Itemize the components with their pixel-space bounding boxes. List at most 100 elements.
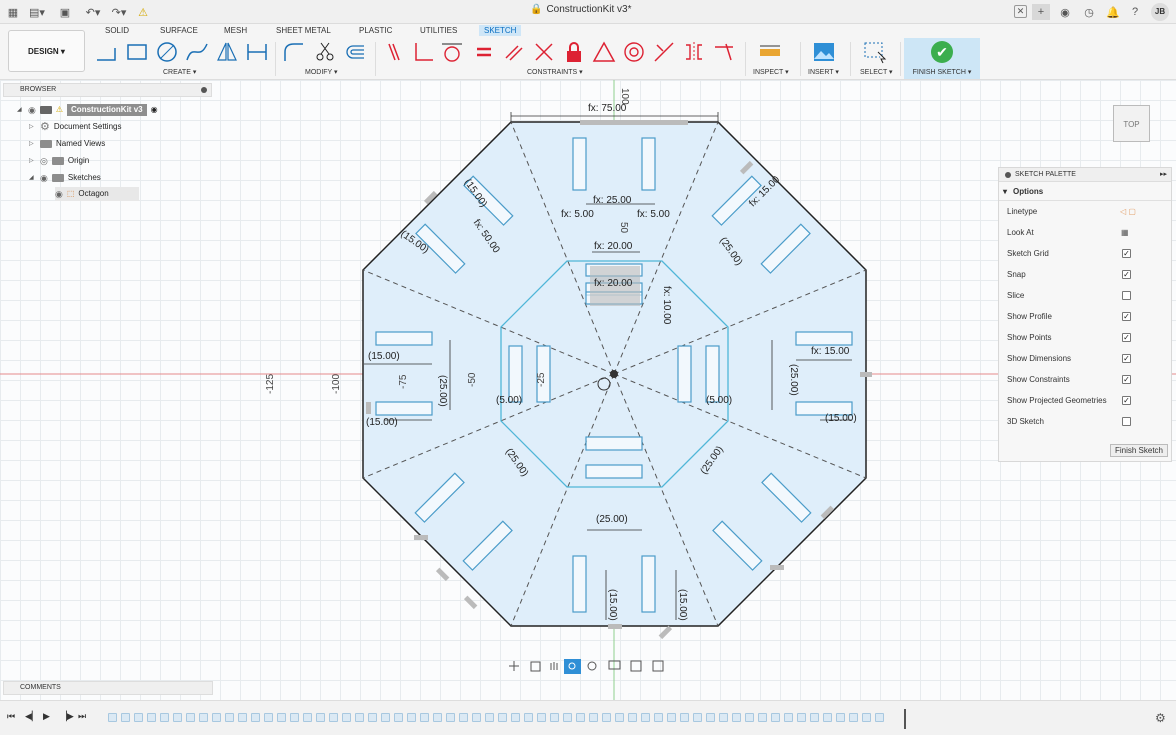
timeline-feature[interactable] [199,713,208,722]
tab-mesh[interactable]: MESH [219,25,252,36]
pan-icon[interactable] [550,662,558,670]
timeline-feature[interactable] [810,713,819,722]
palette-row-snap[interactable]: Snap ✓ [999,264,1171,285]
zoom-icon[interactable] [564,659,581,674]
timeline-feature[interactable] [745,713,754,722]
slice-checkbox[interactable] [1122,291,1131,300]
parallel-constraint-icon[interactable] [502,40,526,64]
tab-utilities[interactable]: UTILITIES [415,25,462,36]
palette-row-show-profile[interactable]: Show Profile ✓ [999,306,1171,327]
orbit-icon[interactable] [509,661,519,671]
step-back-icon[interactable]: ◀▏ [25,711,39,722]
timeline-feature[interactable] [355,713,364,722]
offset-tool-icon[interactable] [343,40,367,64]
tangent-constraint-icon[interactable] [440,40,464,64]
spline-tool-icon[interactable] [185,40,209,64]
show-projected-checkbox[interactable]: ✓ [1122,396,1131,405]
redo-icon[interactable]: ↷▾ [110,4,128,20]
avatar[interactable]: JB [1151,3,1169,21]
timeline-feature[interactable] [186,713,195,722]
timeline-feature[interactable] [420,713,429,722]
timeline-feature[interactable] [368,713,377,722]
line-tool-icon[interactable] [95,40,119,64]
measure-icon[interactable] [758,40,782,64]
show-constraints-checkbox[interactable]: ✓ [1122,375,1131,384]
select-icon[interactable] [863,40,887,64]
timeline-feature[interactable] [615,713,624,722]
concentric-constraint-icon[interactable] [622,40,646,64]
timeline-feature[interactable] [264,713,273,722]
view-cube[interactable]: TOP [1113,105,1150,142]
trim-tool-icon[interactable] [313,40,337,64]
timeline-feature[interactable] [108,713,117,722]
timeline-feature[interactable] [238,713,247,722]
tab-surface[interactable]: SURFACE [155,25,203,36]
options-section[interactable]: Options [999,182,1171,201]
palette-row-3d-sketch[interactable]: 3D Sketch [999,411,1171,432]
play-icon[interactable]: ▶ [43,711,50,722]
timeline-feature[interactable] [706,713,715,722]
comments-panel[interactable]: COMMENTS [3,681,213,695]
show-profile-checkbox[interactable]: ✓ [1122,312,1131,321]
palette-row-show-projected[interactable]: Show Projected Geometries ✓ [999,390,1171,411]
timeline-feature[interactable] [433,713,442,722]
browser-root[interactable]: ◢ ◉ ⚠ ConstructionKit v3 ◉ [17,103,158,117]
timeline-feature[interactable] [407,713,416,722]
timeline-feature[interactable] [823,713,832,722]
constraints-menu[interactable]: CONSTRAINTS ▾ [527,68,583,76]
timeline-feature[interactable] [121,713,130,722]
look-at-icon[interactable]: ▦ [1121,222,1129,243]
collinear-constraint-icon[interactable] [532,40,556,64]
timeline-feature[interactable] [472,713,481,722]
perpendicular-constraint-icon[interactable] [412,40,436,64]
triangle-constraint-icon[interactable] [592,40,616,64]
browser-item-sketches[interactable]: ◢ ◉ Sketches [29,171,101,185]
browser-item-origin[interactable]: ▷ ◎ Origin [29,154,89,168]
timeline-feature[interactable] [628,713,637,722]
activate-radio-icon[interactable]: ◉ [151,103,158,117]
go-to-start-icon[interactable]: ⏮ [7,711,15,722]
timeline-feature[interactable] [784,713,793,722]
workspace-switcher[interactable]: DESIGN ▾ [8,30,85,72]
tab-plastic[interactable]: PLASTIC [354,25,397,36]
timeline-feature[interactable] [758,713,767,722]
linetype-icon[interactable]: ◁ ▢ [1120,201,1136,222]
timeline-feature[interactable] [290,713,299,722]
close-tab-icon[interactable]: ✕ [1014,5,1027,18]
job-status-icon[interactable]: ◷ [1080,4,1098,20]
notifications-icon[interactable]: 🔔 [1104,4,1122,20]
pin-icon[interactable] [201,87,207,93]
tab-solid[interactable]: SOLID [100,25,134,36]
display-settings-icon[interactable] [608,660,621,670]
timeline-feature[interactable] [836,713,845,722]
timeline-feature[interactable] [589,713,598,722]
step-forward-icon[interactable]: ▕▶ [60,711,74,722]
expand-icon[interactable]: ▷ [29,120,36,134]
timeline-feature[interactable] [251,713,260,722]
timeline-feature[interactable] [147,713,156,722]
timeline-track[interactable] [108,713,904,724]
modify-menu[interactable]: MODIFY ▾ [305,68,338,76]
timeline-feature[interactable] [381,713,390,722]
timeline-feature[interactable] [329,713,338,722]
snap-checkbox[interactable]: ✓ [1122,270,1131,279]
timeline-feature[interactable] [693,713,702,722]
fit-icon[interactable] [587,661,597,671]
timeline-feature[interactable] [732,713,741,722]
circle-tool-icon[interactable] [155,40,179,64]
collapse-icon[interactable]: ◢ [29,171,36,185]
timeline-feature[interactable] [134,713,143,722]
timeline-feature[interactable] [602,713,611,722]
new-tab-icon[interactable]: + [1032,4,1050,20]
symmetry-constraint-icon[interactable] [682,40,706,64]
browser-item-document-settings[interactable]: ▷ ⚙ Document Settings [29,120,121,134]
mirror-tool-icon[interactable] [215,40,239,64]
timeline-feature[interactable] [654,713,663,722]
palette-row-show-constraints[interactable]: Show Constraints ✓ [999,369,1171,390]
timeline-feature[interactable] [394,713,403,722]
timeline-feature[interactable] [225,713,234,722]
go-to-end-icon[interactable]: ⏭ [78,711,86,722]
timeline-feature[interactable] [862,713,871,722]
timeline-feature[interactable] [277,713,286,722]
viewports-icon[interactable] [652,660,664,672]
